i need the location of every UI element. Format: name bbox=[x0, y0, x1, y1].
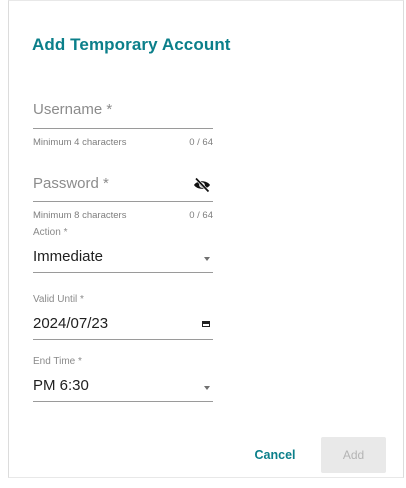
chevron-down-icon bbox=[204, 386, 210, 390]
action-label: Action * bbox=[33, 227, 68, 238]
password-placeholder: Password * bbox=[33, 175, 109, 192]
valid-until-underline bbox=[33, 339, 213, 340]
end-time-label: End Time * bbox=[33, 356, 82, 367]
username-counter: 0 / 64 bbox=[189, 137, 213, 148]
username-hint: Minimum 4 characters bbox=[33, 137, 127, 148]
password-field[interactable]: Password * Minimum 8 characters 0 / 64 bbox=[33, 170, 213, 222]
username-underline bbox=[33, 128, 213, 129]
dialog-title: Add Temporary Account bbox=[32, 35, 231, 54]
cancel-button[interactable]: Cancel bbox=[245, 443, 305, 467]
action-underline bbox=[33, 272, 213, 273]
valid-until-value: 2024/07/23 bbox=[33, 315, 109, 332]
username-placeholder: Username * bbox=[33, 101, 113, 118]
password-counter: 0 / 64 bbox=[189, 210, 213, 221]
action-select[interactable]: Action * Immediate bbox=[33, 227, 213, 275]
eye-off-icon[interactable] bbox=[193, 177, 211, 193]
end-time-value: PM 6:30 bbox=[33, 377, 89, 394]
valid-until-date-input[interactable]: Valid Until * 2024/07/23 bbox=[33, 294, 213, 342]
add-button[interactable]: Add bbox=[321, 437, 386, 473]
end-time-underline bbox=[33, 401, 213, 402]
valid-until-label: Valid Until * bbox=[33, 294, 84, 305]
chevron-down-icon bbox=[204, 257, 210, 261]
username-field[interactable]: Username * Minimum 4 characters 0 / 64 bbox=[33, 96, 213, 156]
password-underline bbox=[33, 201, 213, 202]
end-time-select[interactable]: End Time * PM 6:30 bbox=[33, 356, 213, 404]
calendar-icon[interactable] bbox=[202, 321, 210, 327]
password-hint: Minimum 8 characters bbox=[33, 210, 127, 221]
action-value: Immediate bbox=[33, 248, 104, 265]
